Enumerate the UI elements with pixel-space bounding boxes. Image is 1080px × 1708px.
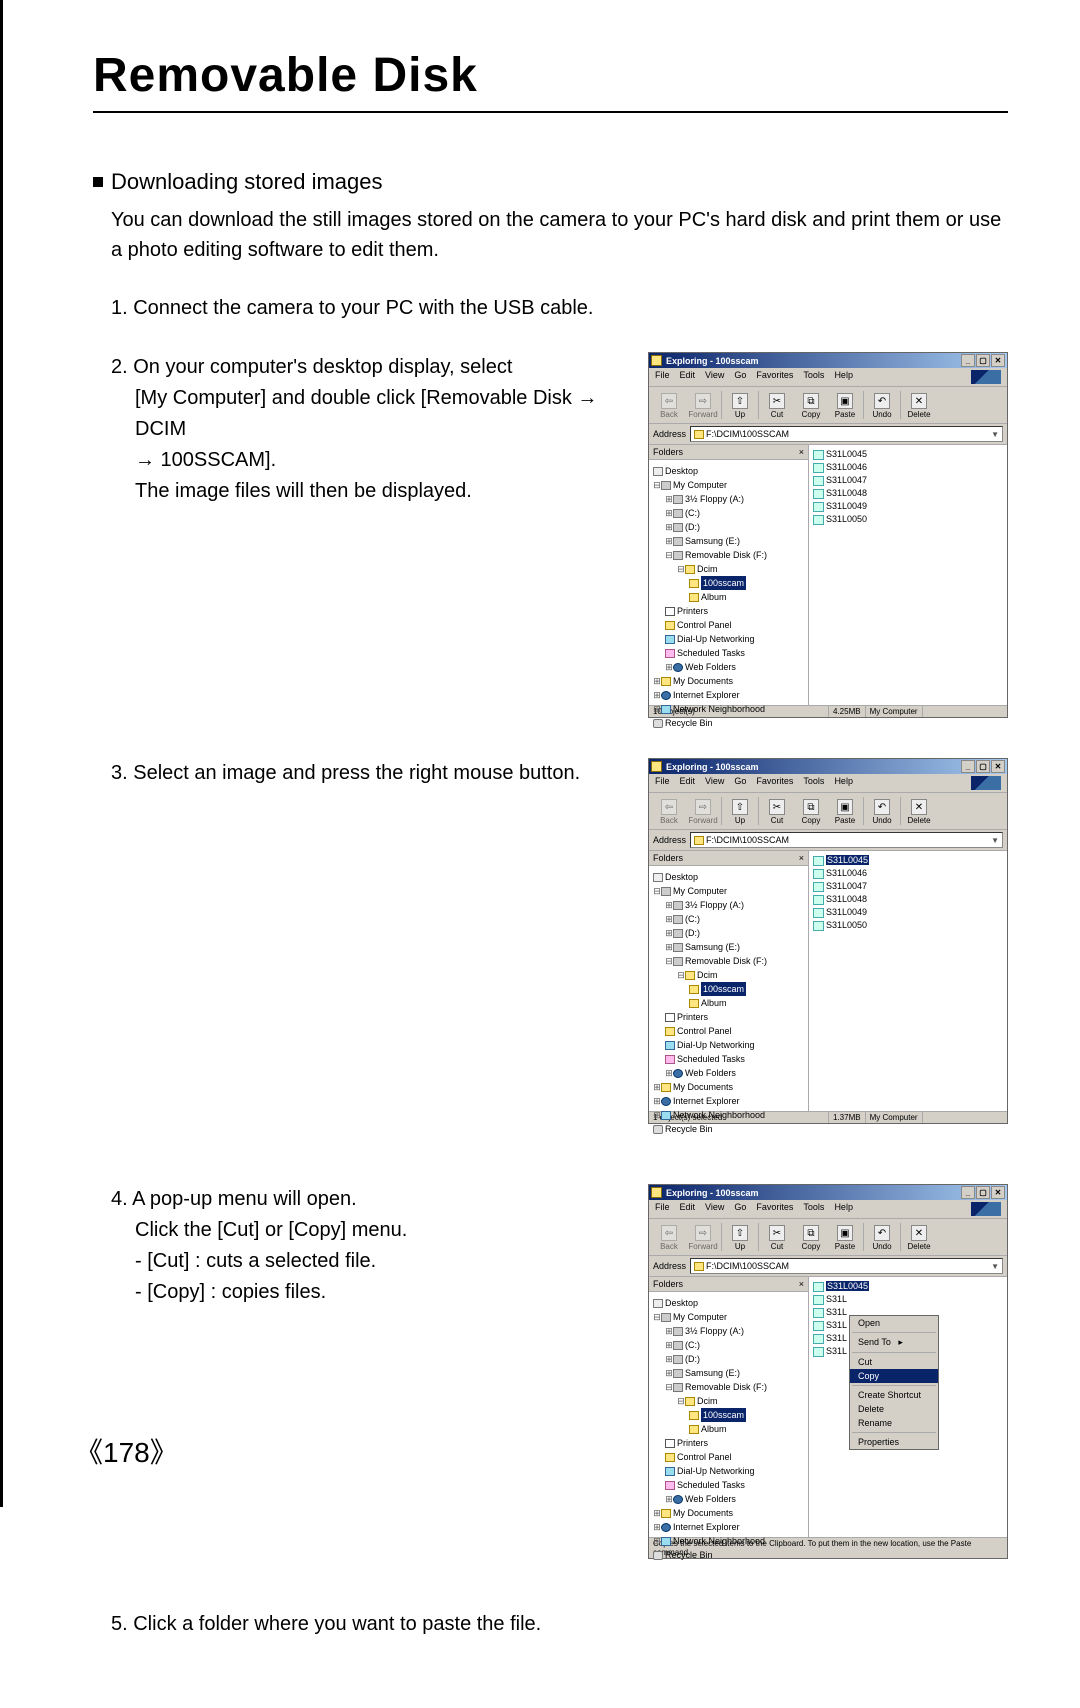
folders-label: Folders <box>653 447 683 457</box>
menu-go[interactable]: Go <box>734 370 746 384</box>
minimize-icon[interactable]: _ <box>961 354 975 367</box>
status-location: My Computer <box>866 706 923 717</box>
context-menu[interactable]: Open Send To ▸ Cut Copy Create Shortcut … <box>849 1315 939 1450</box>
image-file-icon <box>813 502 824 512</box>
close-icon[interactable]: ✕ <box>991 760 1005 773</box>
step-4-copy: - [Copy] : copies files. <box>135 1277 628 1308</box>
step-2-line3: → 100SSCAM]. <box>135 445 628 476</box>
delete-button[interactable]: ✕Delete <box>903 393 935 419</box>
menu-view[interactable]: View <box>705 370 724 384</box>
ctx-cut[interactable]: Cut <box>850 1355 938 1369</box>
cut-button[interactable]: ✂Cut <box>761 393 793 419</box>
folder-tree[interactable]: Desktop ⊟My Computer ⊞3½ Floppy (A:) ⊞(C… <box>649 460 808 734</box>
maximize-icon[interactable]: ▢ <box>976 354 990 367</box>
windows-logo-icon <box>971 776 1001 790</box>
maximize-icon[interactable]: ▢ <box>976 760 990 773</box>
page-title: Removable Disk <box>93 48 1008 103</box>
ctx-shortcut[interactable]: Create Shortcut <box>850 1388 938 1402</box>
address-label: Address <box>653 429 686 439</box>
ctx-copy[interactable]: Copy <box>850 1369 938 1383</box>
back-button[interactable]: ⇦Back <box>653 393 685 419</box>
tree-selected: 100sscam <box>701 576 746 590</box>
step-4-line2: Click the [Cut] or [Copy] menu. <box>135 1215 628 1246</box>
menubar: File Edit View Go Favorites Tools Help <box>649 368 1007 387</box>
paste-button[interactable]: ▣Paste <box>829 393 861 419</box>
image-file-icon <box>813 450 824 460</box>
step-2-line2: [My Computer] and double click [Removabl… <box>135 383 628 445</box>
menu-tools[interactable]: Tools <box>803 370 824 384</box>
folder-icon <box>651 761 662 772</box>
step-3: 3. Select an image and press the right m… <box>111 758 628 789</box>
windows-logo-icon <box>971 370 1001 384</box>
window-title: Exploring - 100sscam <box>666 356 759 366</box>
up-button[interactable]: ⇧Up <box>724 393 756 419</box>
step-2-line1: 2. On your computer's desktop display, s… <box>111 352 628 383</box>
menu-file[interactable]: File <box>655 370 670 384</box>
minimize-icon[interactable]: _ <box>961 760 975 773</box>
intro-paragraph: You can download the still images stored… <box>111 205 1008 265</box>
undo-button[interactable]: ↶Undo <box>866 393 898 419</box>
explorer-screenshot-1: Exploring - 100sscam _ ▢ ✕ File Edit Vie… <box>648 352 1008 718</box>
step-5: 5. Click a folder where you want to past… <box>111 1609 1008 1640</box>
image-file-icon <box>813 476 824 486</box>
menu-edit[interactable]: Edit <box>680 370 696 384</box>
step-1: 1. Connect the camera to your PC with th… <box>111 293 1008 324</box>
menu-favorites[interactable]: Favorites <box>756 370 793 384</box>
ctx-open[interactable]: Open <box>850 1316 938 1330</box>
address-input[interactable]: F:\DCIM\100SSCAM ▼ <box>690 426 1003 442</box>
menu-help[interactable]: Help <box>834 370 853 384</box>
image-file-icon <box>813 489 824 499</box>
section-heading: Downloading stored images <box>111 169 383 195</box>
explorer-screenshot-2: Exploring - 100sscam _▢✕ FileEditViewGoF… <box>648 758 1008 1124</box>
ctx-delete[interactable]: Delete <box>850 1402 938 1416</box>
close-pane-icon[interactable]: × <box>799 447 804 457</box>
step-2-line4: The image files will then be displayed. <box>135 476 628 507</box>
copy-button[interactable]: ⧉Copy <box>795 393 827 419</box>
step-4-line1: 4. A pop-up menu will open. <box>111 1184 628 1215</box>
page-number: 《178》 <box>75 1431 178 1471</box>
bullet-icon <box>93 177 103 187</box>
folder-icon <box>694 430 704 439</box>
image-file-icon <box>813 463 824 473</box>
ctx-sendto[interactable]: Send To ▸ <box>850 1335 938 1350</box>
explorer-screenshot-3: Exploring - 100sscam _▢✕ FileEditViewGoF… <box>648 1184 1008 1559</box>
selected-file[interactable]: S31L0045 <box>813 854 1003 867</box>
ctx-rename[interactable]: Rename <box>850 1416 938 1430</box>
chevron-down-icon[interactable]: ▼ <box>991 430 999 439</box>
ctx-properties[interactable]: Properties <box>850 1435 938 1449</box>
image-file-icon <box>813 515 824 525</box>
forward-button[interactable]: ⇨Forward <box>687 393 719 419</box>
files-list[interactable]: S31L0045 S31L0046 S31L0047 S31L0048 S31L… <box>809 445 1007 705</box>
folder-icon <box>651 355 662 366</box>
step-4-cut: - [Cut] : cuts a selected file. <box>135 1246 628 1277</box>
status-size: 4.25MB <box>829 706 866 717</box>
close-icon[interactable]: ✕ <box>991 354 1005 367</box>
